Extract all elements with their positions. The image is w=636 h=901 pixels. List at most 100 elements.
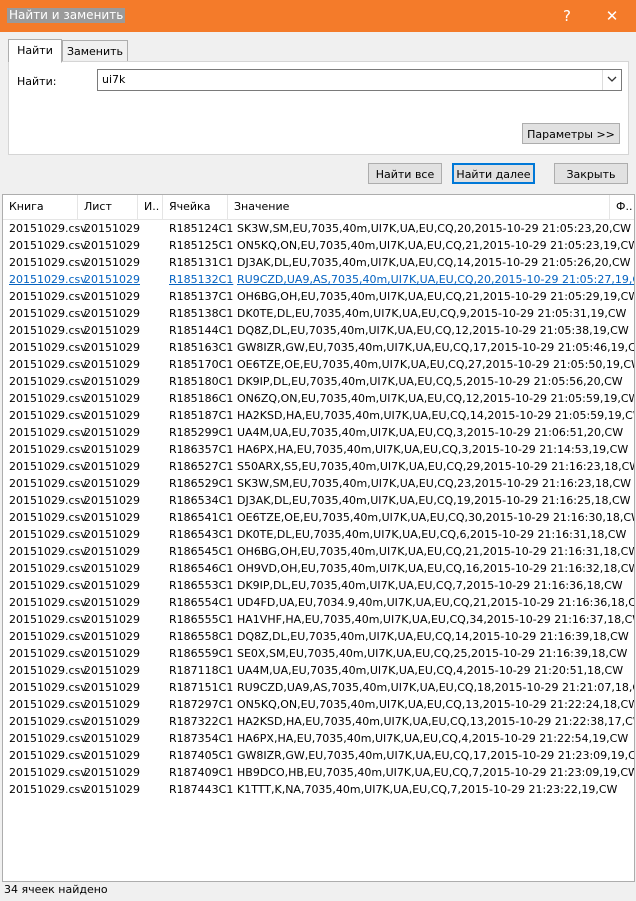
cell-address: R187443C1 — [169, 783, 234, 796]
cell-sheet: 20151029 — [84, 681, 140, 694]
table-row[interactable]: 20151029.csv 20151029 R185186C1 ON6ZQ,ON,EU… — [3, 390, 634, 407]
cell-address: R186559C1 — [169, 647, 234, 660]
table-row[interactable]: 20151029.csv 20151029 R185125C1 ON5KQ,ON,EU… — [3, 237, 634, 254]
cell-address: R186553C1 — [169, 579, 234, 592]
table-row[interactable]: 20151029.csv 20151029 R185187C1 HA2KSD,HA,E… — [3, 407, 634, 424]
table-row[interactable]: 20151029.csv 20151029 R186558C1 DQ8Z,DL,EU,… — [3, 628, 634, 645]
title-bar: Найти и заменить ? ✕ — [0, 0, 636, 32]
table-row[interactable]: 20151029.csv 20151029 R186527C1 S50ARX,S5,E… — [3, 458, 634, 475]
cell-address: R185124C1 — [169, 222, 234, 235]
cell-value: ON5KQ,ON,EU,7035,40m,UI7K,UA,EU,CQ,13,20… — [237, 698, 635, 711]
find-next-button[interactable]: Найти далее — [452, 163, 535, 184]
table-row[interactable]: 20151029.csv 20151029 R186559C1 SE0X,SM,EU,… — [3, 645, 634, 662]
cell-value: GW8IZR,GW,EU,7035,40m,UI7K,UA,EU,CQ,17,2… — [237, 749, 635, 762]
cell-value: OE6TZE,OE,EU,7035,40m,UI7K,UA,EU,CQ,30,2… — [237, 511, 635, 524]
results-header: Книга Лист И.. Ячейка Значение Ф.. — [3, 195, 634, 220]
find-all-button[interactable]: Найти все — [368, 163, 442, 184]
table-row[interactable]: 20151029.csv 20151029 R185299C1 UA4M,UA,EU,… — [3, 424, 634, 441]
cell-sheet: 20151029 — [84, 545, 140, 558]
cell-sheet: 20151029 — [84, 766, 140, 779]
column-header-name[interactable]: И.. — [138, 195, 163, 219]
cell-address: R187297C1 — [169, 698, 234, 711]
cell-book: 20151029.csv — [9, 477, 87, 490]
cell-address: R186545C1 — [169, 545, 234, 558]
table-row[interactable]: 20151029.csv 20151029 R187409C1 HB9DCO,HB,E… — [3, 764, 634, 781]
cell-address: R187409C1 — [169, 766, 234, 779]
cell-value: DK0TE,DL,EU,7035,40m,UI7K,UA,EU,CQ,6,201… — [237, 528, 627, 541]
table-row[interactable]: 20151029.csv 20151029 R185131C1 DJ3AK,DL,EU… — [3, 254, 634, 271]
cell-sheet: 20151029 — [84, 698, 140, 711]
cell-sheet: 20151029 — [84, 375, 140, 388]
cell-sheet: 20151029 — [84, 358, 140, 371]
cell-value: RU9CZD,UA9,AS,7035,40m,UI7K,UA,EU,CQ,20,… — [237, 273, 635, 286]
find-dropdown-button[interactable] — [602, 70, 621, 90]
window-title: Найти и заменить — [7, 8, 126, 23]
table-row[interactable]: 20151029.csv 20151029 R185170C1 OE6TZE,OE,E… — [3, 356, 634, 373]
table-row[interactable]: 20151029.csv 20151029 R186357C1 HA6PX,HA,EU… — [3, 441, 634, 458]
table-row[interactable]: 20151029.csv 20151029 R185124C1 SK3W,SM,EU,… — [3, 220, 634, 237]
table-row[interactable]: 20151029.csv 20151029 R186555C1 HA1VHF,HA,E… — [3, 611, 634, 628]
table-row[interactable]: 20151029.csv 20151029 R187322C1 HA2KSD,HA,E… — [3, 713, 634, 730]
cell-sheet: 20151029 — [84, 596, 140, 609]
cell-value: GW8IZR,GW,EU,7035,40m,UI7K,UA,EU,CQ,17,2… — [237, 341, 635, 354]
table-row[interactable]: 20151029.csv 20151029 R186553C1 DK9IP,DL,EU… — [3, 577, 634, 594]
cell-address: R185180C1 — [169, 375, 234, 388]
cell-value: HA6PX,HA,EU,7035,40m,UI7K,UA,EU,CQ,4,201… — [237, 732, 629, 745]
options-button[interactable]: Параметры >> — [522, 123, 620, 144]
close-window-button[interactable]: ✕ — [597, 4, 627, 28]
cell-sheet: 20151029 — [84, 664, 140, 677]
table-row[interactable]: 20151029.csv 20151029 R186541C1 OE6TZE,OE,E… — [3, 509, 634, 526]
find-input[interactable]: ui7k — [97, 69, 622, 91]
table-row[interactable]: 20151029.csv 20151029 R187151C1 RU9CZD,UA9,… — [3, 679, 634, 696]
table-row[interactable]: 20151029.csv 20151029 R186546C1 OH9VD,OH,EU… — [3, 560, 634, 577]
cell-sheet: 20151029 — [84, 392, 140, 405]
cell-value: DK9IP,DL,EU,7035,40m,UI7K,UA,EU,CQ,5,201… — [237, 375, 623, 388]
cell-value: RU9CZD,UA9,AS,7035,40m,UI7K,UA,EU,CQ,18,… — [237, 681, 635, 694]
column-header-cell[interactable]: Ячейка — [163, 195, 228, 219]
column-header-book[interactable]: Книга — [3, 195, 78, 219]
table-row[interactable]: 20151029.csv 20151029 R187297C1 ON5KQ,ON,EU… — [3, 696, 634, 713]
tab-find[interactable]: Найти — [8, 39, 62, 63]
table-row[interactable]: 20151029.csv 20151029 R186534C1 DJ3AK,DL,EU… — [3, 492, 634, 509]
cell-address: R186554C1 — [169, 596, 234, 609]
table-row[interactable]: 20151029.csv 20151029 R187118C1 UA4M,UA,EU,… — [3, 662, 634, 679]
help-button[interactable]: ? — [552, 4, 582, 28]
cell-sheet: 20151029 — [84, 749, 140, 762]
cell-address: R186527C1 — [169, 460, 234, 473]
table-row[interactable]: 20151029.csv 20151029 R186543C1 DK0TE,DL,EU… — [3, 526, 634, 543]
table-row[interactable]: 20151029.csv 20151029 R185137C1 OH6BG,OH,EU… — [3, 288, 634, 305]
table-row[interactable]: 20151029.csv 20151029 R185163C1 GW8IZR,GW,E… — [3, 339, 634, 356]
table-row[interactable]: 20151029.csv 20151029 R185138C1 DK0TE,DL,EU… — [3, 305, 634, 322]
close-button[interactable]: Закрыть — [554, 163, 628, 184]
results-list[interactable]: Книга Лист И.. Ячейка Значение Ф.. 20151… — [2, 194, 635, 882]
cell-sheet: 20151029 — [84, 494, 140, 507]
table-row[interactable]: 20151029.csv 20151029 R186529C1 SK3W,SM,EU,… — [3, 475, 634, 492]
cell-sheet: 20151029 — [84, 732, 140, 745]
table-row[interactable]: 20151029.csv 20151029 R185144C1 DQ8Z,DL,EU,… — [3, 322, 634, 339]
table-row[interactable]: 20151029.csv 20151029 R187405C1 GW8IZR,GW,E… — [3, 747, 634, 764]
cell-value: DQ8Z,DL,EU,7035,40m,UI7K,UA,EU,CQ,12,201… — [237, 324, 629, 337]
cell-book: 20151029.csv — [9, 307, 87, 320]
column-header-value[interactable]: Значение — [228, 195, 610, 219]
table-row[interactable]: 20151029.csv 20151029 R185132C1 RU9CZD,UA9,… — [3, 271, 634, 288]
cell-value: HA2KSD,HA,EU,7035,40m,UI7K,UA,EU,CQ,14,2… — [237, 409, 635, 422]
cell-book: 20151029.csv — [9, 511, 87, 524]
table-row[interactable]: 20151029.csv 20151029 R186545C1 OH6BG,OH,EU… — [3, 543, 634, 560]
results-rows: 20151029.csv 20151029 R185124C1 SK3W,SM,EU,… — [3, 220, 634, 798]
cell-sheet: 20151029 — [84, 273, 140, 286]
table-row[interactable]: 20151029.csv 20151029 R185180C1 DK9IP,DL,EU… — [3, 373, 634, 390]
cell-address: R186558C1 — [169, 630, 234, 643]
column-header-formula[interactable]: Ф.. — [610, 195, 634, 219]
cell-sheet: 20151029 — [84, 613, 140, 626]
cell-value: S50ARX,S5,EU,7035,40m,UI7K,UA,EU,CQ,29,2… — [237, 460, 635, 473]
cell-address: R185299C1 — [169, 426, 234, 439]
tab-replace[interactable]: Заменить — [62, 40, 128, 63]
table-row[interactable]: 20151029.csv 20151029 R187354C1 HA6PX,HA,EU… — [3, 730, 634, 747]
cell-value: HA2KSD,HA,EU,7035,40m,UI7K,UA,EU,CQ,13,2… — [237, 715, 635, 728]
cell-book: 20151029.csv — [9, 358, 87, 371]
table-row[interactable]: 20151029.csv 20151029 R187443C1 K1TTT,K,NA,… — [3, 781, 634, 798]
cell-sheet: 20151029 — [84, 341, 140, 354]
cell-book: 20151029.csv — [9, 375, 87, 388]
table-row[interactable]: 20151029.csv 20151029 R186554C1 UD4FD,UA,EU… — [3, 594, 634, 611]
column-header-sheet[interactable]: Лист — [78, 195, 138, 219]
